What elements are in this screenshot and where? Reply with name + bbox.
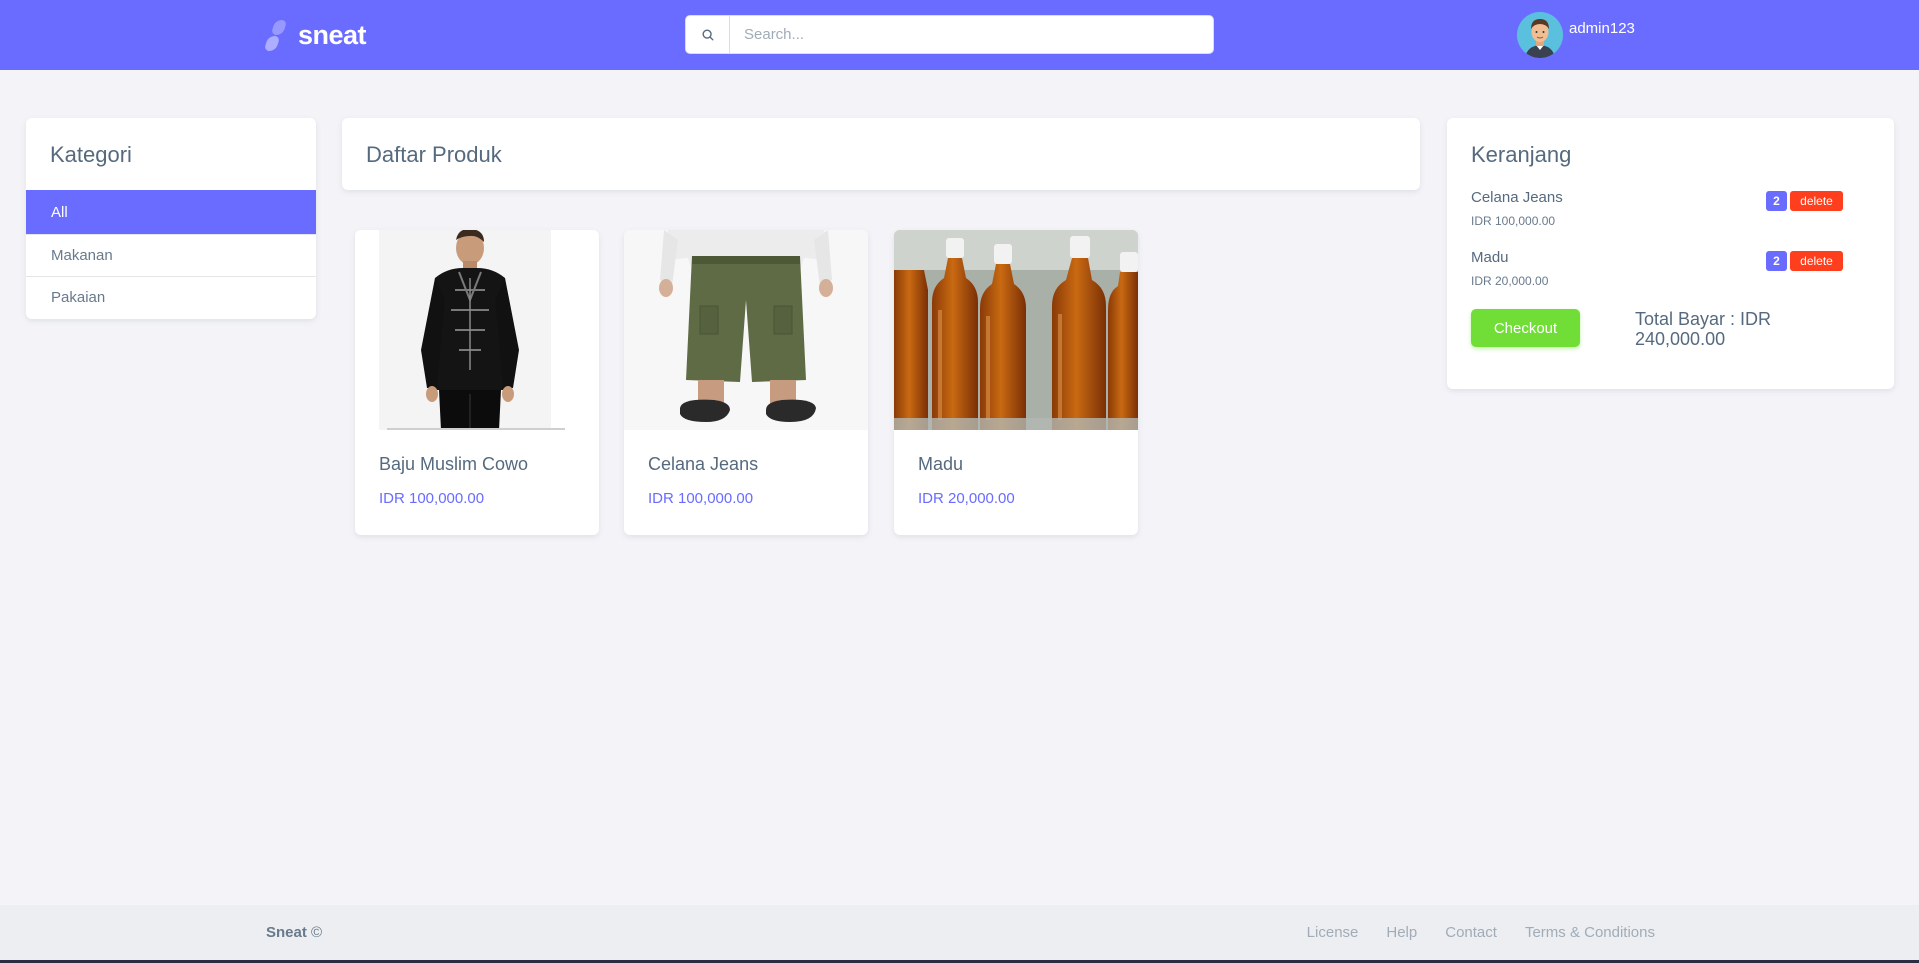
keranjang-title: Keranjang (1471, 142, 1572, 167)
brand[interactable]: sneat (263, 18, 367, 52)
kategori-item-pakaian[interactable]: Pakaian (26, 276, 316, 318)
top-navbar: sneat admin123 (0, 0, 1919, 70)
product-card[interactable]: Baju Muslim Cowo IDR 100,000.00 (355, 230, 599, 535)
cart-item-qty-badge: 2 (1766, 251, 1787, 271)
kategori-item-makanan[interactable]: Makanan (26, 234, 316, 276)
avatar[interactable] (1517, 12, 1563, 58)
product-image-honey-bottles[interactable] (894, 230, 1138, 430)
search-icon[interactable] (686, 16, 730, 53)
brand-name: sneat (298, 19, 367, 50)
delete-button[interactable]: delete (1790, 191, 1843, 211)
footer: Sneat © License Help Contact Terms & Con… (0, 905, 1919, 960)
product-name[interactable]: Celana Jeans (648, 454, 758, 475)
product-image-green-pants[interactable] (624, 230, 868, 430)
total-bayar: Total Bayar : IDR 240,000.00 (1635, 309, 1772, 349)
copyright-symbol: © (311, 924, 323, 941)
footer-link-license[interactable]: License (1307, 924, 1359, 941)
product-card[interactable]: Celana Jeans IDR 100,000.00 (624, 230, 868, 535)
product-price: IDR 100,000.00 (379, 490, 485, 507)
footer-links: License Help Contact Terms & Conditions (1307, 924, 1655, 941)
product-price: IDR 100,000.00 (648, 490, 754, 507)
kategori-list: All Makanan Pakaian (26, 190, 316, 318)
user-menu[interactable]: admin123 (1517, 10, 1635, 60)
username[interactable]: admin123 (1569, 20, 1635, 37)
brand-logo-icon (263, 18, 288, 52)
footer-link-contact[interactable]: Contact (1445, 924, 1497, 941)
kategori-title: Kategori (50, 142, 132, 167)
product-name[interactable]: Baju Muslim Cowo (379, 454, 528, 475)
kategori-item-all[interactable]: All (26, 190, 316, 234)
cart-item-qty-badge: 2 (1766, 191, 1787, 211)
cart-item-name: Celana Jeans (1471, 189, 1563, 206)
product-card[interactable]: Madu IDR 20,000.00 (894, 230, 1138, 535)
cart-item-price: IDR 100,000.00 (1471, 214, 1556, 228)
kategori-card: Kategori All Makanan Pakaian (26, 118, 316, 319)
footer-link-help[interactable]: Help (1386, 924, 1417, 941)
footer-brand: Sneat © (266, 924, 322, 941)
product-name[interactable]: Madu (918, 454, 963, 475)
delete-button[interactable]: delete (1790, 251, 1843, 271)
footer-brand-name: Sneat (266, 924, 307, 941)
cart-item-name: Madu (1471, 249, 1509, 266)
search-bar (685, 15, 1214, 54)
checkout-button[interactable]: Checkout (1471, 309, 1580, 347)
daftar-produk-title: Daftar Produk (366, 142, 502, 167)
cart-item: Celana Jeans IDR 100,000.00 2 delete (1471, 189, 1871, 233)
cart-item-price: IDR 20,000.00 (1471, 274, 1549, 288)
footer-link-terms[interactable]: Terms & Conditions (1525, 924, 1655, 941)
product-price: IDR 20,000.00 (918, 490, 1015, 507)
daftar-produk-header: Daftar Produk (342, 118, 1420, 190)
product-image-black-muslim-shirt[interactable] (355, 230, 599, 430)
cart-item: Madu IDR 20,000.00 2 delete (1471, 249, 1871, 293)
search-input[interactable] (730, 16, 1213, 53)
keranjang-card: Keranjang Celana Jeans IDR 100,000.00 2 … (1447, 118, 1894, 389)
